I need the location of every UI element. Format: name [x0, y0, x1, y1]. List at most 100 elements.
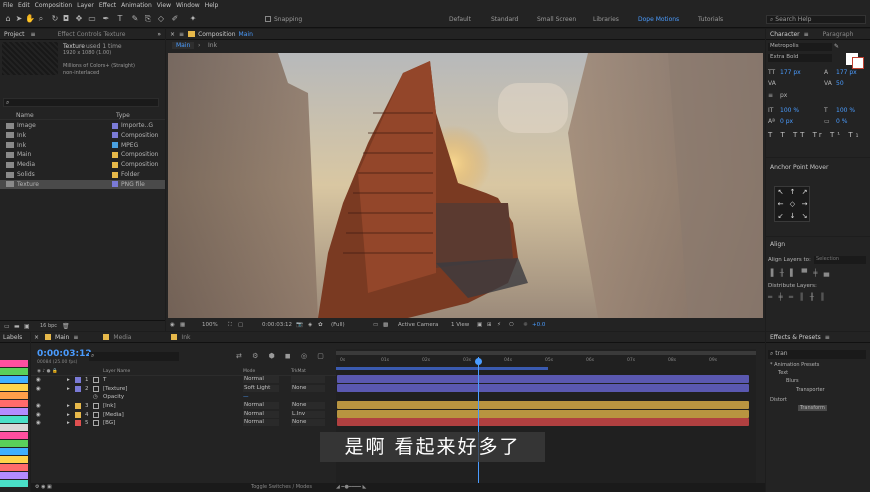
label-color-swatch[interactable]	[112, 132, 118, 139]
character-tab[interactable]: Character	[770, 31, 800, 38]
anchor-top-left-icon[interactable]: ↖	[775, 187, 786, 198]
visibility-eye-icon[interactable]: ◉	[36, 420, 41, 426]
timeline-layer-row[interactable]: ◉ ▸ 2 [Texture] Soft Light None	[31, 384, 336, 394]
pan-behind-tool-icon[interactable]: ✥	[74, 13, 84, 24]
menu-composition[interactable]: Composition	[35, 2, 72, 9]
timeline-graph[interactable]: 0s 01s 02s 03s 04s 05s 06s 07s 08s 09s	[336, 349, 756, 492]
toggle-switches-modes[interactable]: Toggle Switches / Modes	[251, 484, 312, 490]
clone-stamp-tool-icon[interactable]: ⎘	[143, 13, 153, 24]
font-family-select[interactable]: Metropolis	[768, 43, 832, 51]
close-icon[interactable]: ×	[34, 334, 39, 341]
timeline-timecode[interactable]: 0:00:03:12	[37, 349, 92, 359]
timeline-layer-row[interactable]: ◉ ▸ 3 [Ink] Normal None	[31, 402, 336, 411]
label-color-swatch[interactable]	[0, 456, 28, 463]
layer-label-color[interactable]	[75, 411, 81, 418]
layer-label-color[interactable]	[75, 385, 81, 392]
new-folder-icon[interactable]: ▬	[14, 323, 20, 330]
label-color-swatch[interactable]	[0, 392, 28, 399]
expand-arrow-icon[interactable]: ▸	[67, 386, 70, 392]
tree-blurs[interactable]: Blurs	[786, 378, 799, 384]
visibility-eye-icon[interactable]: ◉	[36, 403, 41, 409]
time-ruler[interactable]: 0s 01s 02s 03s 04s 05s 06s 07s 08s 09s	[336, 357, 756, 367]
project-item[interactable]: Ink MPEG	[0, 141, 165, 150]
project-item[interactable]: Ink Composition	[0, 131, 165, 140]
visibility-eye-icon[interactable]: ◉	[36, 377, 41, 383]
timeline-layer-row[interactable]: ◉ ▸ 1 T Normal	[31, 376, 336, 385]
layer-name[interactable]: [BG]	[103, 420, 115, 426]
anchor-top-icon[interactable]: ↑	[787, 187, 798, 198]
playhead-marker[interactable]	[475, 358, 482, 365]
visibility-eye-icon[interactable]: ◉	[36, 412, 41, 418]
layer-duration-bar[interactable]	[337, 418, 749, 426]
align-to-select[interactable]: Selection	[814, 256, 866, 264]
tree-text[interactable]: Text	[778, 370, 788, 376]
stopwatch-icon[interactable]: ◷	[93, 394, 98, 400]
layer-trkmat-select[interactable]	[291, 376, 325, 383]
new-comp-icon[interactable]: ▣	[24, 323, 30, 330]
workspace-tutorials[interactable]: Tutorials	[698, 16, 723, 23]
anchor-right-icon[interactable]: →	[799, 199, 810, 210]
comp-mini-flowchart-icon[interactable]: ⚙ ◉ ▣	[35, 484, 52, 490]
region-icon[interactable]: ▢	[238, 322, 243, 328]
col-layer-name[interactable]: Layer Name	[103, 369, 130, 374]
timeline-search-input[interactable]: ⌕	[89, 352, 179, 361]
layer-duration-bar[interactable]	[337, 409, 749, 418]
layer-name[interactable]: T	[103, 377, 106, 383]
tree-animation-presets[interactable]: * Animation Presets	[770, 362, 819, 368]
label-color-swatch[interactable]	[0, 432, 28, 439]
timeline-switch-icons[interactable]: ⇄ ⚙ ⬢ ◼ ◎ ▢	[236, 352, 328, 360]
tree-transform[interactable]: Transform	[798, 405, 827, 411]
eraser-tool-icon[interactable]: ◇	[156, 13, 166, 24]
camera-tool-icon[interactable]: ◘	[61, 13, 71, 24]
project-search-input[interactable]: ⌕	[3, 98, 159, 107]
label-color-swatch[interactable]	[112, 161, 118, 168]
fit-icon[interactable]: ⛶	[228, 322, 232, 329]
label-color-swatch[interactable]	[0, 480, 28, 487]
label-color-swatch[interactable]	[0, 400, 28, 407]
layer-mode-select[interactable]: Soft Light	[243, 384, 279, 392]
composition-tab-name[interactable]: Main	[239, 31, 253, 38]
zoom-tool-icon[interactable]: ⌕	[36, 13, 46, 24]
layer-mode-select[interactable]: Normal	[243, 376, 279, 383]
effects-search-input[interactable]: ⌕ tran	[768, 350, 866, 359]
rectangle-tool-icon[interactable]: ▭	[87, 13, 97, 24]
label-color-swatch[interactable]	[112, 142, 118, 149]
workspace-default[interactable]: Default	[449, 16, 471, 23]
project-item[interactable]: Main Composition	[0, 150, 165, 159]
anchor-center-icon[interactable]: ◇	[787, 199, 798, 210]
work-area-bar[interactable]	[336, 351, 756, 355]
timeline-layer-row[interactable]: ◉ ▸ 5 [BG] Normal None	[31, 419, 336, 428]
project-item[interactable]: Texture PNG file	[0, 179, 165, 189]
label-color-swatch[interactable]	[0, 408, 28, 415]
project-item[interactable]: Solids Folder	[0, 170, 165, 179]
col-trkmat[interactable]: TrkMat	[291, 369, 306, 374]
eyedropper-icon[interactable]: ✎	[834, 43, 839, 50]
home-icon[interactable]: ⌂	[3, 13, 13, 24]
workspace-standard[interactable]: Standard	[491, 16, 518, 23]
paragraph-tab[interactable]: Paragraph	[823, 31, 854, 38]
layer-mode-select[interactable]: Normal	[243, 402, 279, 409]
expand-arrow-icon[interactable]: ▸	[67, 420, 70, 426]
composition-tab[interactable]: Composition	[198, 31, 235, 38]
label-color-swatch[interactable]	[112, 181, 118, 188]
panel-menu-icon[interactable]: ≡	[179, 31, 184, 38]
label-color-swatch[interactable]	[0, 376, 28, 383]
flowchart-icon[interactable]: ⎔	[509, 322, 514, 328]
vertical-scale-value[interactable]: 100 %	[780, 107, 799, 114]
layer-trkmat-select[interactable]: None	[291, 384, 325, 392]
label-color-swatch[interactable]	[0, 416, 28, 423]
opacity-value[interactable]: —	[243, 394, 249, 400]
menu-animation[interactable]: Animation	[121, 2, 152, 9]
snapping-checkbox[interactable]	[265, 16, 271, 22]
panel-menu-icon[interactable]: ≡	[73, 334, 78, 341]
layer-duration-bar[interactable]	[337, 383, 749, 392]
bpc-label[interactable]: 16 bpc	[40, 323, 57, 329]
stroke-color-swatch[interactable]	[852, 57, 864, 69]
close-icon[interactable]: ×	[170, 31, 175, 38]
project-item[interactable]: Media Composition	[0, 160, 165, 169]
menu-window[interactable]: Window	[176, 2, 200, 9]
label-color-swatch[interactable]	[0, 384, 28, 391]
layer-duration-bar[interactable]	[337, 375, 749, 383]
label-color-swatch[interactable]	[0, 472, 28, 479]
panel-menu-icon[interactable]: ≡	[31, 31, 36, 38]
